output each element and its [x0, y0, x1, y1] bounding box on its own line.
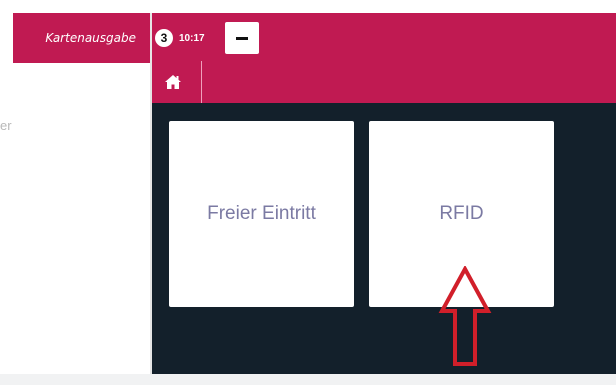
tile-label: Freier Eintritt: [207, 203, 316, 224]
clock-time: 10:17: [179, 32, 205, 44]
tile-freier-eintritt[interactable]: Freier Eintritt: [169, 121, 354, 307]
frame-left: [0, 0, 13, 385]
tile-label: RFID: [439, 203, 484, 224]
up-arrow-icon: [438, 266, 492, 366]
home-icon: [165, 75, 181, 89]
notification-badge[interactable]: 3: [155, 29, 173, 47]
minus-icon: [236, 36, 248, 40]
main-area: Freier Eintritt RFID: [152, 103, 616, 374]
frame-top: [0, 0, 616, 13]
sidebar-title: Kartenausgabe: [45, 31, 136, 45]
minus-button[interactable]: [225, 22, 259, 54]
home-button[interactable]: [162, 71, 184, 93]
sidebar-partial-text: er: [0, 118, 12, 133]
nav-separator: [201, 61, 202, 103]
sidebar-panel: [13, 63, 150, 374]
sidebar-header: Kartenausgabe: [13, 13, 150, 63]
frame-bottom: [0, 374, 616, 385]
top-bar: 3 10:17: [152, 13, 616, 103]
